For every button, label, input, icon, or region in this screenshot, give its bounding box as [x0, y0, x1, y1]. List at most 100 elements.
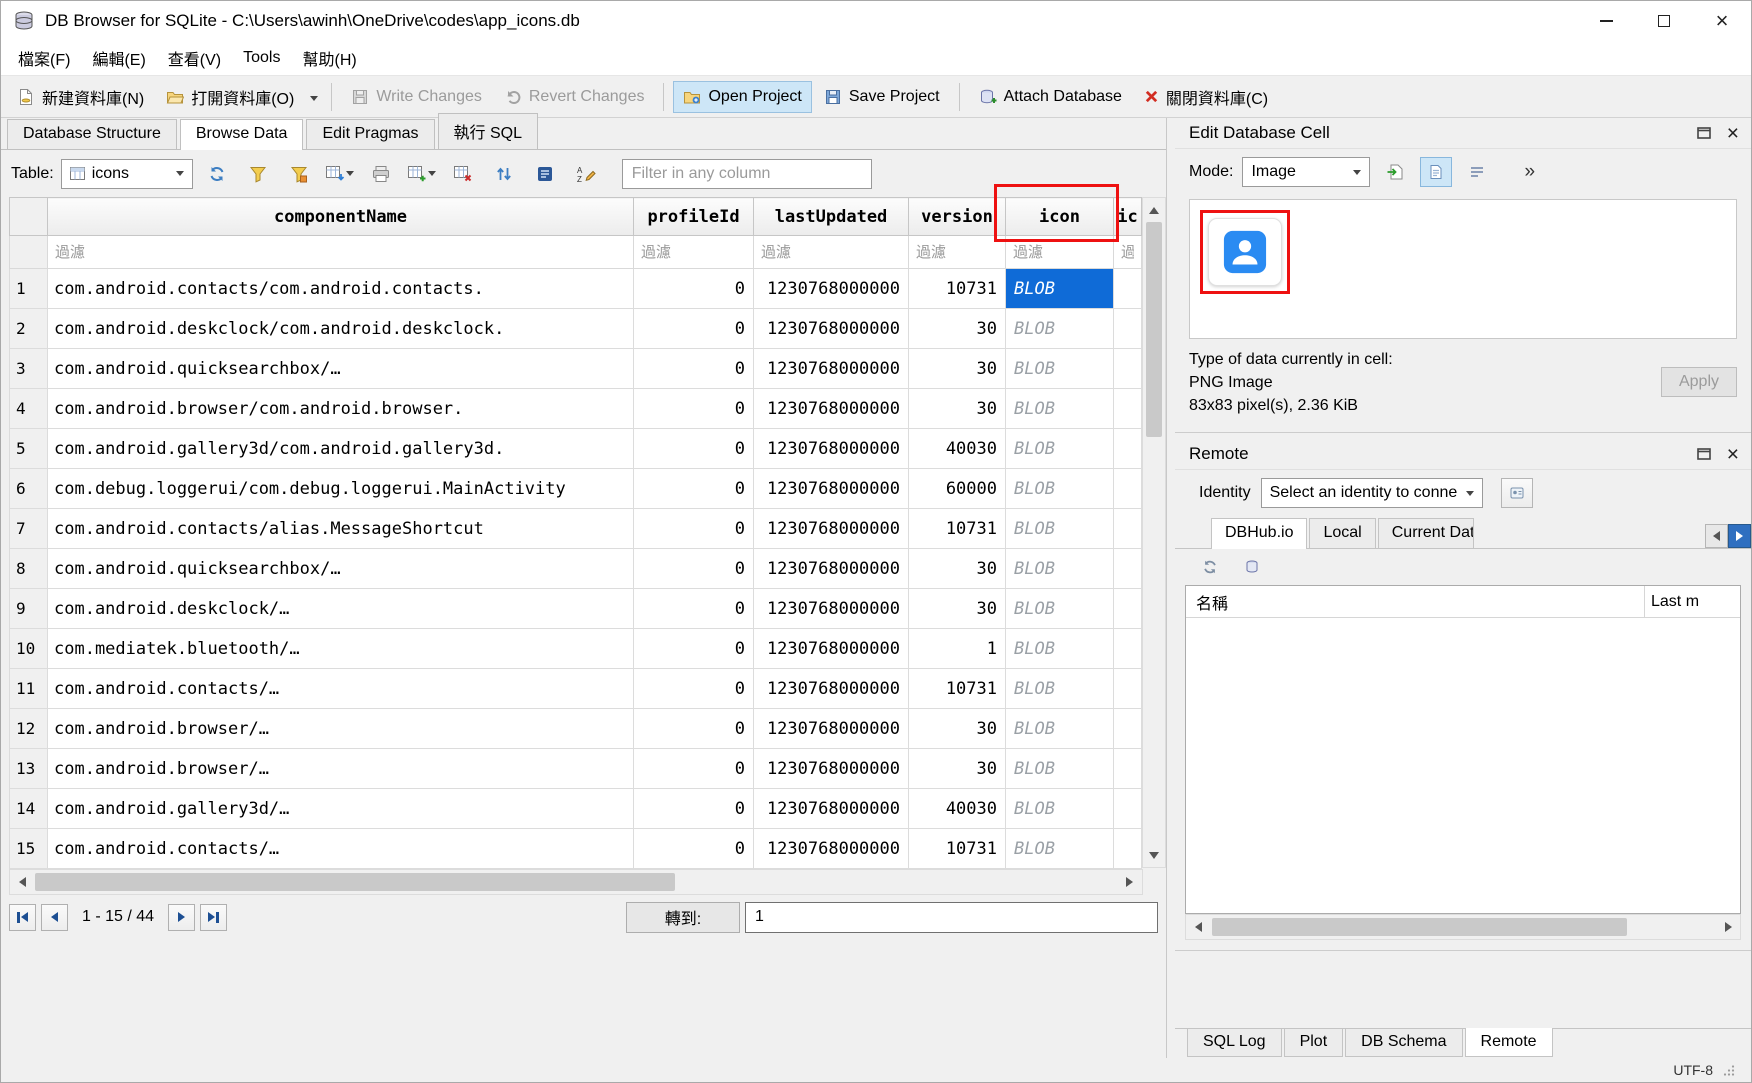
cell-icon-blob[interactable]: BLOB	[1006, 749, 1114, 789]
tab-browse-data[interactable]: Browse Data	[180, 119, 304, 150]
minimize-button[interactable]	[1577, 1, 1635, 41]
cell-icon-blob[interactable]: BLOB	[1006, 629, 1114, 669]
remote-refresh-button[interactable]	[1193, 551, 1227, 583]
menu-tools[interactable]: Tools	[232, 44, 291, 72]
cell-lastupdated[interactable]: 1230768000000	[754, 469, 909, 509]
print-button[interactable]	[364, 158, 398, 190]
save-table-button[interactable]	[323, 158, 357, 190]
save-filter-button[interactable]	[282, 158, 316, 190]
encoding-indicator[interactable]: UTF-8	[1673, 1062, 1713, 1078]
goto-record-input[interactable]	[745, 902, 1158, 933]
more-tools-chevron[interactable]: »	[1524, 161, 1535, 183]
cell-icon-blob[interactable]: BLOB	[1006, 389, 1114, 429]
cell-icon-blob[interactable]: BLOB	[1006, 669, 1114, 709]
menu-file[interactable]: 檔案(F)	[7, 41, 81, 75]
first-page-button[interactable]	[9, 904, 36, 931]
horizontal-scroll-track[interactable]	[35, 870, 1117, 894]
new-database-button[interactable]: 新建資料庫(N)	[7, 78, 154, 116]
cell-componentname[interactable]: com.android.quicksearchbox/…	[48, 349, 634, 389]
cell-partial[interactable]	[1114, 669, 1142, 709]
cell-version[interactable]: 10731	[909, 829, 1006, 869]
cell-icon-blob[interactable]: BLOB	[1006, 509, 1114, 549]
menu-edit[interactable]: 編輯(E)	[81, 41, 156, 75]
remote-tab-local[interactable]: Local	[1309, 518, 1375, 548]
cell-componentname[interactable]: com.android.browser/…	[48, 749, 634, 789]
cell-profileid[interactable]: 0	[634, 349, 754, 389]
cell-partial[interactable]	[1114, 389, 1142, 429]
tree-scroll-thumb[interactable]	[1212, 918, 1627, 936]
tree-horizontal-scrollbar[interactable]	[1185, 914, 1741, 940]
tab-execute-sql[interactable]: 執行 SQL	[438, 113, 538, 149]
cell-icon-blob[interactable]: BLOB	[1006, 709, 1114, 749]
column-header-icon[interactable]: icon	[1006, 198, 1114, 236]
cell-partial[interactable]	[1114, 629, 1142, 669]
cell-icon-blob[interactable]: BLOB	[1006, 469, 1114, 509]
cell-icon-blob[interactable]: BLOB	[1006, 309, 1114, 349]
cell-icon-blob[interactable]: BLOB	[1006, 789, 1114, 829]
close-button[interactable]: ×	[1693, 1, 1751, 41]
cell-icon-blob[interactable]: BLOB	[1006, 589, 1114, 629]
tree-scroll-track[interactable]	[1210, 915, 1716, 939]
resize-grip[interactable]	[1723, 1064, 1735, 1076]
column-header-lastupdated[interactable]: lastUpdated	[754, 198, 909, 236]
cell-version[interactable]: 30	[909, 549, 1006, 589]
clone-database-button[interactable]	[1235, 551, 1269, 583]
scroll-left-button[interactable]	[10, 870, 35, 894]
tab-edit-pragmas[interactable]: Edit Pragmas	[306, 119, 434, 149]
goto-button[interactable]: 轉到:	[626, 902, 740, 933]
cell-profileid[interactable]: 0	[634, 269, 754, 309]
cell-lastupdated[interactable]: 1230768000000	[754, 709, 909, 749]
tree-column-name[interactable]: 名稱	[1186, 586, 1645, 617]
cell-componentname[interactable]: com.android.contacts/…	[48, 829, 634, 869]
edit-sort-button[interactable]: AZ	[569, 158, 603, 190]
text-mode-button[interactable]	[1420, 157, 1452, 187]
cell-lastupdated[interactable]: 1230768000000	[754, 429, 909, 469]
attach-database-button[interactable]: Attach Database	[969, 81, 1132, 113]
close-panel-icon[interactable]: ×	[1727, 123, 1739, 144]
previous-page-button[interactable]	[41, 904, 68, 931]
sort-button[interactable]	[487, 158, 521, 190]
filter-input-profileid[interactable]	[634, 236, 753, 268]
horizontal-scrollbar[interactable]	[9, 869, 1143, 895]
close-panel-icon[interactable]: ×	[1727, 444, 1739, 465]
remote-tab-current-database[interactable]: Current Dat	[1378, 518, 1474, 548]
cell-profileid[interactable]: 0	[634, 709, 754, 749]
filter-input-version[interactable]	[909, 236, 1005, 268]
cell-partial[interactable]	[1114, 509, 1142, 549]
cell-version[interactable]: 30	[909, 309, 1006, 349]
mode-select[interactable]: Image	[1242, 157, 1370, 187]
last-page-button[interactable]	[200, 904, 227, 931]
refresh-button[interactable]	[200, 158, 234, 190]
tree-body[interactable]	[1186, 618, 1740, 913]
cell-profileid[interactable]: 0	[634, 389, 754, 429]
browse-mode-button[interactable]	[528, 158, 562, 190]
cell-componentname[interactable]: com.android.deskclock/…	[48, 589, 634, 629]
cell-version[interactable]: 30	[909, 389, 1006, 429]
vertical-scrollbar[interactable]	[1142, 197, 1166, 868]
filter-input-icon[interactable]	[1006, 236, 1113, 268]
float-panel-icon[interactable]	[1697, 448, 1711, 460]
cell-icon-blob[interactable]: BLOB	[1006, 429, 1114, 469]
revert-changes-button[interactable]: Revert Changes	[494, 81, 655, 113]
cell-lastupdated[interactable]: 1230768000000	[754, 309, 909, 349]
cell-partial[interactable]	[1114, 309, 1142, 349]
column-header-version[interactable]: version	[909, 198, 1006, 236]
cell-profileid[interactable]: 0	[634, 429, 754, 469]
cell-profileid[interactable]: 0	[634, 829, 754, 869]
cell-componentname[interactable]: com.android.gallery3d/…	[48, 789, 634, 829]
cell-partial[interactable]	[1114, 589, 1142, 629]
open-project-button[interactable]: Open Project	[673, 81, 811, 113]
menu-view[interactable]: 查看(V)	[157, 41, 232, 75]
cell-profileid[interactable]: 0	[634, 589, 754, 629]
scroll-right-button[interactable]	[1117, 870, 1142, 894]
cell-lastupdated[interactable]: 1230768000000	[754, 789, 909, 829]
cell-profileid[interactable]: 0	[634, 669, 754, 709]
cell-version[interactable]: 10731	[909, 509, 1006, 549]
cell-partial[interactable]	[1114, 709, 1142, 749]
import-data-button[interactable]	[1379, 157, 1411, 187]
filter-input-componentname[interactable]	[48, 236, 633, 268]
cell-version[interactable]: 40030	[909, 789, 1006, 829]
cell-version[interactable]: 1	[909, 629, 1006, 669]
cell-version[interactable]: 30	[909, 349, 1006, 389]
cell-profileid[interactable]: 0	[634, 309, 754, 349]
